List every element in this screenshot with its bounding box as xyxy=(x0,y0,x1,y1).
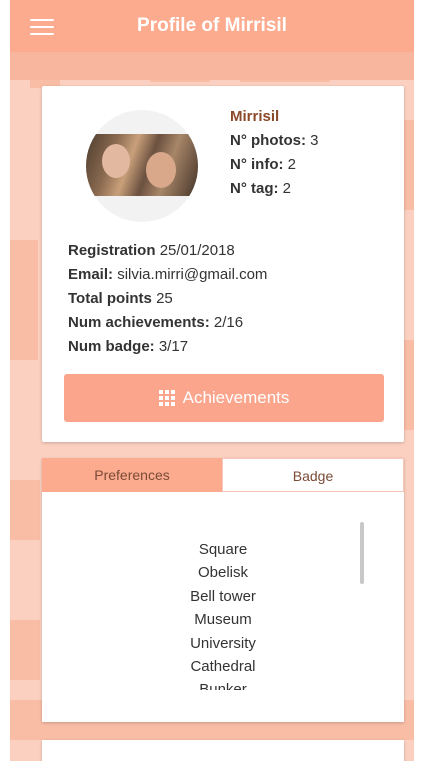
achievements-label: Num achievements: xyxy=(68,314,210,331)
list-item[interactable]: Bell tower xyxy=(42,585,404,608)
photos-label: N° photos: xyxy=(230,132,306,149)
points-value: 25 xyxy=(156,290,173,307)
profile-card: Mirrisil N° photos: 3 N° info: 2 N° tag:… xyxy=(42,86,404,442)
avatar xyxy=(86,110,198,222)
info-label: N° info: xyxy=(230,156,284,173)
email-value: silvia.mirri@gmail.com xyxy=(117,266,268,283)
profile-photo xyxy=(86,134,198,196)
achievements-row: Num achievements: 2/16 xyxy=(68,314,243,331)
registration-label: Registration xyxy=(68,242,156,259)
badge-row: Num badge: 3/17 xyxy=(68,338,188,355)
achievements-button-label: Achievements xyxy=(182,388,290,407)
list-scrollbar[interactable] xyxy=(360,522,364,584)
tag-label: N° tag: xyxy=(230,180,279,197)
email-label: Email: xyxy=(68,266,114,283)
list-item[interactable]: Cathedral xyxy=(42,655,404,678)
photos-count: N° photos: 3 xyxy=(230,132,319,149)
list-item[interactable]: Museum xyxy=(42,608,404,631)
points-row: Total points 25 xyxy=(68,290,173,307)
photos-value: 3 xyxy=(310,132,319,149)
tabs-card: Preferences Badge Square Obelisk Bell to… xyxy=(42,458,404,722)
info-count: N° info: 2 xyxy=(230,156,296,173)
tag-value: 2 xyxy=(282,180,292,197)
preferences-list[interactable]: Square Obelisk Bell tower Museum Univers… xyxy=(42,538,404,690)
tab-preferences[interactable]: Preferences xyxy=(42,458,222,492)
app-screen: Profile of Mirrisil Mirrisil N° photos: … xyxy=(10,0,414,761)
badge-label: Num badge: xyxy=(68,338,155,355)
email-row: Email: silvia.mirri@gmail.com xyxy=(68,266,267,283)
list-item[interactable]: University xyxy=(42,632,404,655)
tab-badge[interactable]: Badge xyxy=(222,458,404,492)
registration-value: 25/01/2018 xyxy=(159,242,235,259)
user-name: Mirrisil xyxy=(230,108,280,125)
grid-icon xyxy=(158,390,175,406)
achievements-button[interactable]: Achievements xyxy=(64,374,384,422)
points-label: Total points xyxy=(68,290,152,307)
list-item[interactable]: Square xyxy=(42,538,404,561)
page-title: Profile of Mirrisil xyxy=(137,15,287,36)
tag-count: N° tag: 2 xyxy=(230,180,291,197)
header-banner xyxy=(10,52,414,80)
info-value: 2 xyxy=(287,156,296,173)
registration-row: Registration 25/01/2018 xyxy=(68,242,235,259)
bottom-card xyxy=(42,740,404,761)
badge-value: 3/17 xyxy=(158,338,189,355)
app-header: Profile of Mirrisil xyxy=(10,0,414,52)
list-item[interactable]: Bunker xyxy=(42,678,404,690)
achievements-value: 2/16 xyxy=(213,314,244,331)
list-item[interactable]: Obelisk xyxy=(42,561,404,584)
